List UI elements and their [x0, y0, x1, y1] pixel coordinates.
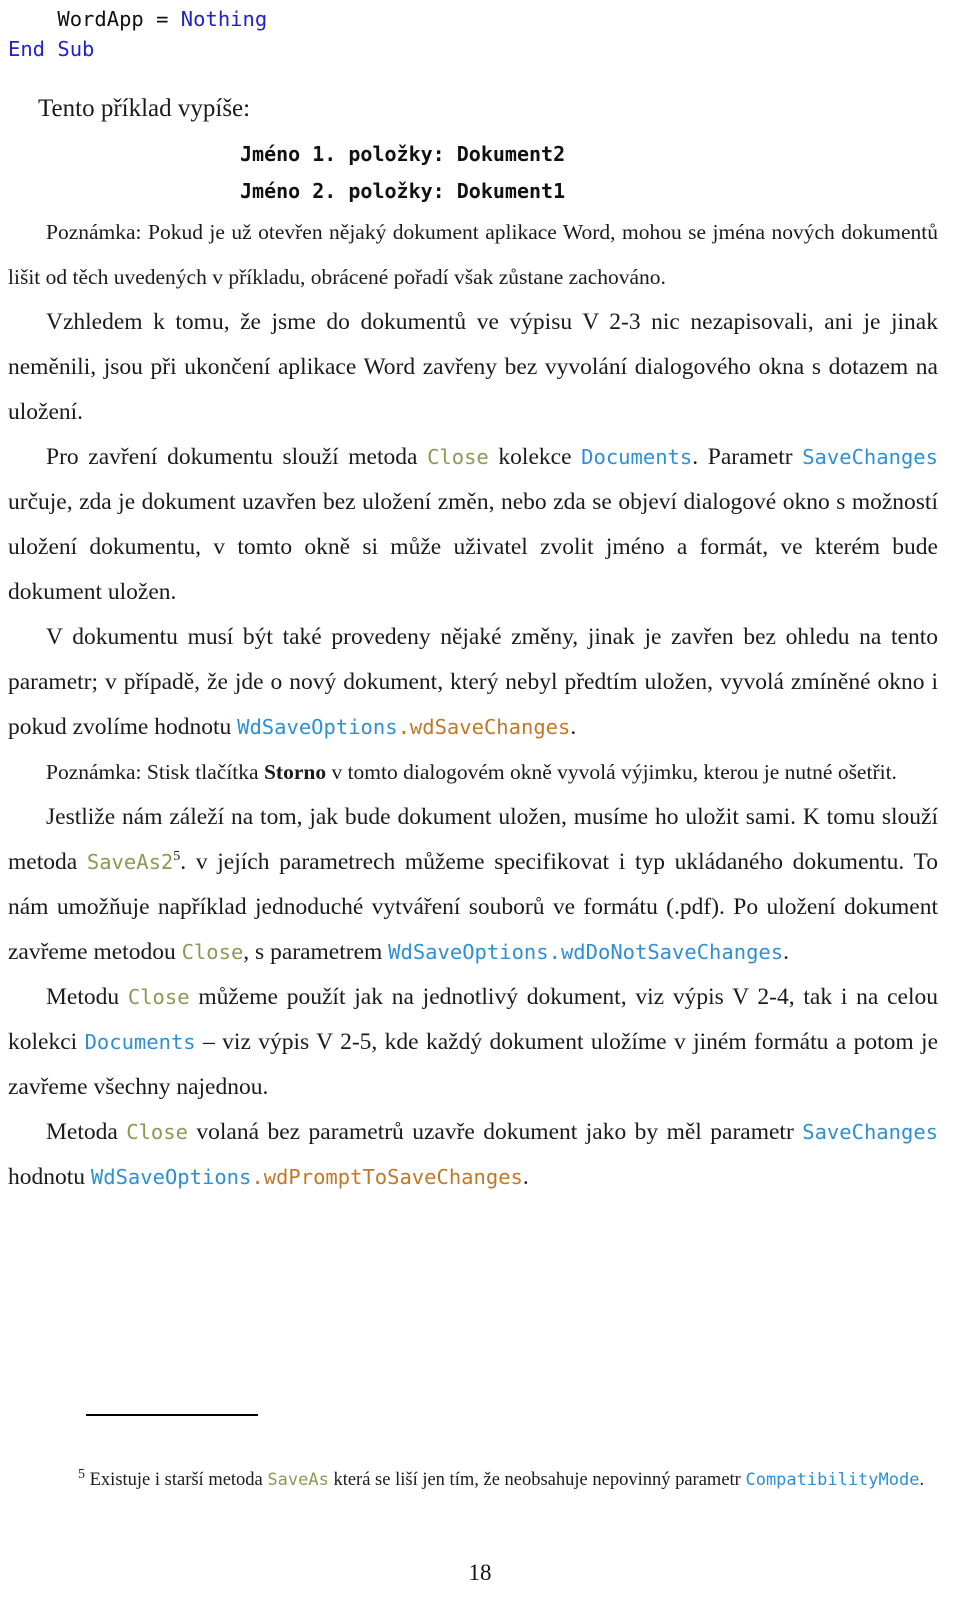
paragraph-7: Metoda Close volaná bez parametrů uzavře…: [8, 1110, 938, 1200]
inline-code-documents-2: Documents: [84, 1030, 196, 1054]
paragraph-3-text-3: . Parametr: [692, 444, 803, 470]
inline-code-close-4: Close: [126, 1120, 188, 1144]
note-2-text-1: Poznámka: Stisk tlačítka: [46, 760, 264, 784]
note-2-bold-storno: Storno: [263, 760, 327, 784]
paragraph-2-text: Vzhledem k tomu, že jsme do dokumentů ve…: [8, 309, 938, 425]
inline-code-wdsaveoptions-wddonotsavechanges: WdSaveOptions.wdDoNotSaveChanges: [388, 940, 784, 964]
paragraph-7-text-4: .: [522, 1164, 529, 1190]
note-2-text-2: v tomto dialogovém okně vyvolá výjimku, …: [326, 760, 897, 784]
lead-sentence: Tento příklad vypíše:: [38, 95, 251, 122]
footnote-area: 5 Existuje i starší metoda SaveAs která …: [8, 1414, 938, 1498]
inline-code-close-3: Close: [127, 985, 190, 1009]
footnote-text-2: která se liší jen tím, že neobsahuje nep…: [328, 1470, 746, 1490]
inline-code-savechanges-2: SaveChanges: [802, 1120, 938, 1144]
inline-code-saveas2: SaveAs2: [86, 850, 174, 874]
inline-code-savechanges: SaveChanges: [802, 445, 938, 469]
paragraph-5-text-4: .: [783, 939, 789, 965]
console-output-line-2: Jméno 2. položky: Dokument1: [240, 179, 566, 203]
paragraph-5: Jestliže nám záleží na tom, jak bude dok…: [8, 795, 938, 975]
paragraph-4: V dokumentu musí být také provedeny něja…: [8, 615, 938, 750]
paragraph-note-1: Poznámka: Pokud je už otevřen nějaký dok…: [8, 210, 938, 300]
footnote-5: 5 Existuje i starší metoda SaveAs která …: [8, 1462, 938, 1498]
code-block: WordApp = Nothing End Sub: [8, 0, 938, 64]
note-1-text: Poznámka: Pokud je už otevřen nějaký dok…: [8, 220, 938, 289]
paragraph-4-text-2: .: [570, 714, 577, 740]
paragraph-2: Vzhledem k tomu, že jsme do dokumentů ve…: [8, 300, 938, 435]
inline-code-documents: Documents: [581, 445, 693, 469]
inline-code-wdsaveoptions-2: WdSaveOptions: [90, 1165, 252, 1189]
page-number: 18: [468, 1560, 492, 1585]
inline-code-compatibilitymode: CompatibilityMode: [745, 1470, 920, 1490]
code-line-1: WordApp = Nothing: [8, 4, 938, 34]
paragraph-7-text-3: hodnotu: [8, 1164, 91, 1190]
paragraph-3-text-2: kolekce: [488, 444, 582, 470]
footnote-separator-rule: [86, 1414, 258, 1416]
paragraph-3-text-4: určuje, zda je dokument uzavřen bez ulož…: [8, 489, 938, 605]
inline-code-saveas: SaveAs: [267, 1470, 329, 1490]
inline-code-wdprompttosavechanges: .wdPromptToSaveChanges: [251, 1165, 523, 1189]
paragraph-3: Pro zavření dokumentu slouží metoda Clos…: [8, 435, 938, 615]
paragraph-7-text-2: volaná bez parametrů uzavře dokument jak…: [187, 1119, 803, 1145]
paragraph-6: Metodu Close můžeme použít jak na jednot…: [8, 975, 938, 1110]
paragraph-6-text-1: Metodu: [46, 984, 128, 1010]
document-page: WordApp = Nothing End Sub Tento příklad …: [0, 0, 960, 1606]
inline-code-close-2: Close: [181, 940, 244, 964]
inline-code-close: Close: [427, 445, 489, 469]
paragraph-5-text-3: , s parametrem: [243, 939, 389, 965]
paragraph-note-2: Poznámka: Stisk tlačítka Storno v tomto …: [8, 750, 938, 795]
inline-code-wdsaveoptions: WdSaveOptions: [237, 715, 398, 739]
code-keyword-nothing: Nothing: [180, 7, 268, 31]
footnote-text-3: .: [919, 1470, 925, 1490]
paragraph-7-text-1: Metoda: [46, 1119, 127, 1145]
inline-code-wdsavechanges: .wdSaveChanges: [397, 715, 571, 739]
code-line-2: End Sub: [8, 37, 95, 61]
paragraph-3-text-1: Pro zavření dokumentu slouží metoda: [46, 444, 428, 470]
code-line-1-text: WordApp =: [8, 7, 181, 31]
console-output: Jméno 1. položky: Dokument2 Jméno 2. pol…: [240, 136, 938, 210]
console-output-line-1: Jméno 1. položky: Dokument2: [240, 142, 566, 166]
footnote-marker-5: 5: [78, 1466, 85, 1482]
footnote-text-1: Existuje i starší metoda: [85, 1470, 268, 1490]
